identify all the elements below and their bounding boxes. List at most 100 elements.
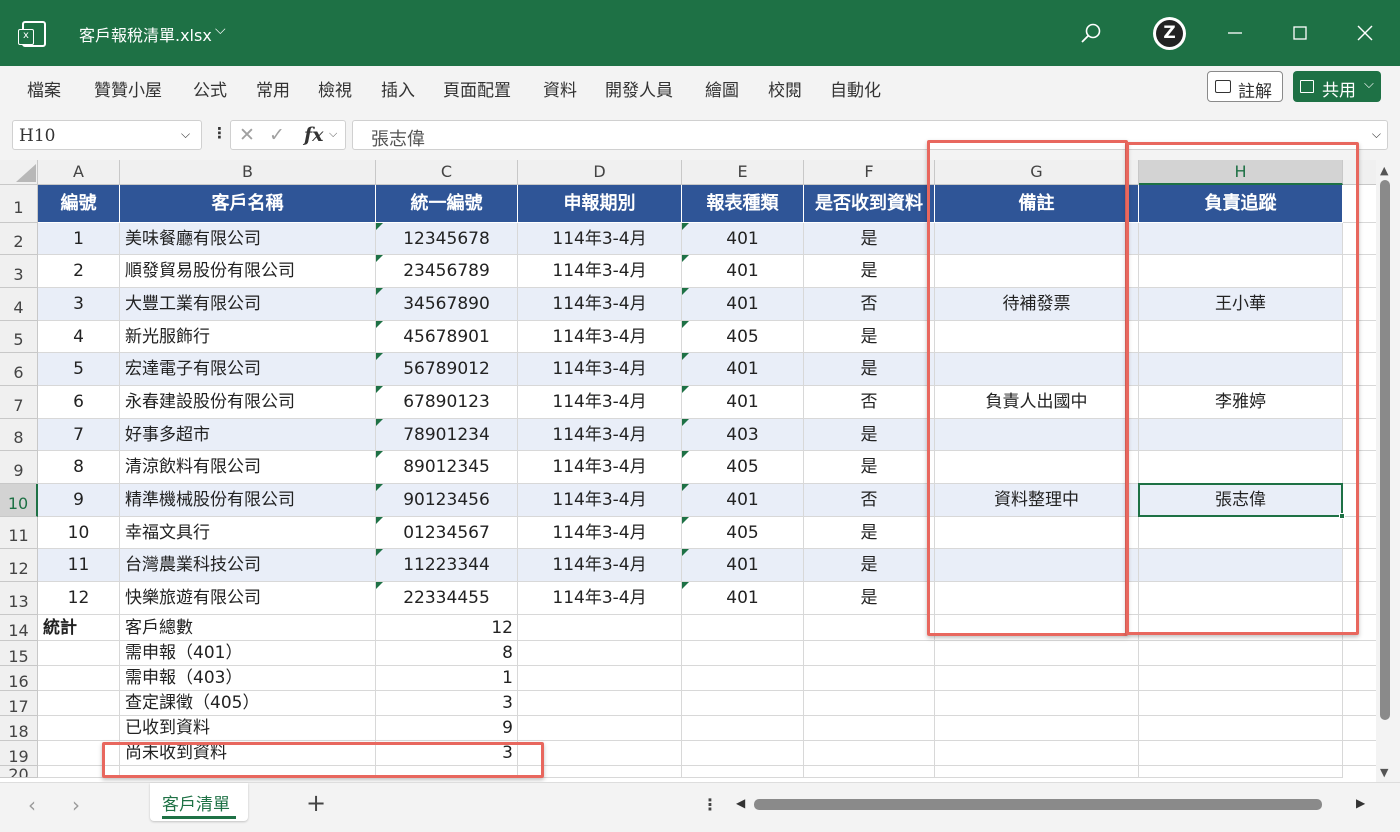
select-all-corner[interactable] <box>0 160 38 185</box>
scroll-down-icon[interactable]: ▼ <box>1380 766 1388 779</box>
table-cell-d[interactable]: 114年3-4月 <box>518 451 682 484</box>
table-cell-c[interactable]: 67890123 <box>376 386 518 419</box>
table-cell-e[interactable]: 405 <box>682 321 804 353</box>
table-cell-e[interactable]: 405 <box>682 517 804 549</box>
table-cell-f[interactable]: 是 <box>804 517 935 549</box>
table-cell-b[interactable]: 大豐工業有限公司 <box>120 288 376 321</box>
table-cell-e[interactable]: 401 <box>682 484 804 517</box>
row-header-14[interactable]: 14 <box>0 615 38 641</box>
table-header-cell[interactable]: 客戶名稱 <box>120 185 376 223</box>
row-header-5[interactable]: 5 <box>0 321 38 353</box>
empty-cell[interactable] <box>804 666 935 691</box>
table-cell-c[interactable]: 23456789 <box>376 255 518 288</box>
close-icon[interactable] <box>1354 22 1376 44</box>
summary-value-cell[interactable]: 9 <box>376 716 518 741</box>
summary-value-cell[interactable]: 1 <box>376 666 518 691</box>
tab-view[interactable]: 檢視 <box>318 76 352 101</box>
table-cell-c[interactable]: 01234567 <box>376 517 518 549</box>
comments-button[interactable]: 註解 <box>1207 71 1283 102</box>
table-cell-d[interactable]: 114年3-4月 <box>518 549 682 582</box>
tab-review[interactable]: 校閱 <box>768 76 802 101</box>
row-header-1[interactable]: 1 <box>0 185 38 223</box>
table-cell-b[interactable]: 台灣農業科技公司 <box>120 549 376 582</box>
empty-cell[interactable] <box>1343 716 1376 741</box>
row-header-4[interactable]: 4 <box>0 288 38 321</box>
empty-cell[interactable] <box>804 615 935 641</box>
table-cell-c[interactable]: 78901234 <box>376 419 518 451</box>
row-header-12[interactable]: 12 <box>0 549 38 582</box>
horizontal-scroll-thumb[interactable] <box>754 799 1322 810</box>
row-header-2[interactable]: 2 <box>0 223 38 255</box>
chevron-down-icon[interactable]: ⌵ <box>181 127 190 142</box>
tab-page-layout[interactable]: 頁面配置 <box>443 76 511 101</box>
tab-draw[interactable]: 繪圖 <box>705 76 739 101</box>
table-cell-a[interactable]: 10 <box>38 517 120 549</box>
empty-cell[interactable] <box>935 716 1139 741</box>
table-header-cell[interactable]: 是否收到資料 <box>804 185 935 223</box>
table-cell-d[interactable]: 114年3-4月 <box>518 288 682 321</box>
row-header-20[interactable]: 20 <box>0 766 38 778</box>
table-cell-e[interactable]: 401 <box>682 288 804 321</box>
column-header-e[interactable]: E <box>682 160 804 185</box>
empty-cell[interactable] <box>682 615 804 641</box>
table-cell-f[interactable]: 是 <box>804 223 935 255</box>
table-cell-e[interactable]: 401 <box>682 255 804 288</box>
table-cell-b[interactable]: 幸福文具行 <box>120 517 376 549</box>
table-cell-c[interactable]: 22334455 <box>376 582 518 615</box>
row-header-3[interactable]: 3 <box>0 255 38 288</box>
empty-cell[interactable] <box>935 766 1139 778</box>
row-header-8[interactable]: 8 <box>0 419 38 451</box>
summary-name-cell[interactable]: 客戶總數 <box>120 615 376 641</box>
empty-cell[interactable] <box>1139 666 1343 691</box>
table-cell-e[interactable]: 401 <box>682 549 804 582</box>
column-header-d[interactable]: D <box>518 160 682 185</box>
table-header-cell[interactable]: 報表種類 <box>682 185 804 223</box>
vertical-scroll-thumb[interactable] <box>1380 180 1390 720</box>
empty-cell[interactable] <box>1343 691 1376 716</box>
column-header-b[interactable]: B <box>120 160 376 185</box>
row-header-6[interactable]: 6 <box>0 353 38 386</box>
table-cell-e[interactable]: 401 <box>682 582 804 615</box>
table-cell-f[interactable]: 否 <box>804 484 935 517</box>
chevron-down-icon[interactable]: ⌵ <box>329 127 337 141</box>
share-button[interactable]: 共用 ⌵ <box>1293 71 1381 102</box>
table-cell-b[interactable]: 清涼飲料有限公司 <box>120 451 376 484</box>
summary-name-cell[interactable]: 已收到資料 <box>120 716 376 741</box>
previous-sheet-icon[interactable]: ‹ <box>28 793 36 817</box>
table-cell-b[interactable]: 新光服飾行 <box>120 321 376 353</box>
row-header-7[interactable]: 7 <box>0 386 38 419</box>
table-cell-b[interactable]: 永春建設股份有限公司 <box>120 386 376 419</box>
empty-cell[interactable] <box>804 641 935 666</box>
row-header-11[interactable]: 11 <box>0 517 38 549</box>
cancel-icon[interactable]: ✕ <box>239 124 255 146</box>
table-cell-e[interactable]: 405 <box>682 451 804 484</box>
table-cell-b[interactable]: 宏達電子有限公司 <box>120 353 376 386</box>
table-cell-c[interactable]: 34567890 <box>376 288 518 321</box>
summary-value-cell[interactable]: 3 <box>376 691 518 716</box>
table-cell-c[interactable]: 89012345 <box>376 451 518 484</box>
table-cell-d[interactable]: 114年3-4月 <box>518 223 682 255</box>
search-icon[interactable] <box>1080 22 1102 44</box>
table-cell-b[interactable]: 精準機械股份有限公司 <box>120 484 376 517</box>
table-cell-a[interactable]: 9 <box>38 484 120 517</box>
empty-cell[interactable] <box>682 741 804 766</box>
table-cell-d[interactable]: 114年3-4月 <box>518 517 682 549</box>
table-cell-a[interactable]: 7 <box>38 419 120 451</box>
tab-formulas[interactable]: 公式 <box>193 76 227 101</box>
table-cell-f[interactable]: 否 <box>804 386 935 419</box>
table-cell-c[interactable]: 45678901 <box>376 321 518 353</box>
next-sheet-icon[interactable]: › <box>72 793 80 817</box>
row-header-18[interactable]: 18 <box>0 716 38 741</box>
summary-value-cell[interactable]: 8 <box>376 641 518 666</box>
empty-cell[interactable] <box>682 641 804 666</box>
user-avatar[interactable] <box>1153 17 1186 50</box>
scroll-up-icon[interactable]: ▲ <box>1380 164 1388 177</box>
summary-label-cell[interactable] <box>38 691 120 716</box>
empty-cell[interactable] <box>682 691 804 716</box>
tab-data[interactable]: 資料 <box>543 76 577 101</box>
empty-cell[interactable] <box>682 716 804 741</box>
table-cell-f[interactable]: 是 <box>804 549 935 582</box>
maximize-icon[interactable] <box>1289 22 1311 44</box>
table-cell-c[interactable]: 90123456 <box>376 484 518 517</box>
table-cell-d[interactable]: 114年3-4月 <box>518 386 682 419</box>
